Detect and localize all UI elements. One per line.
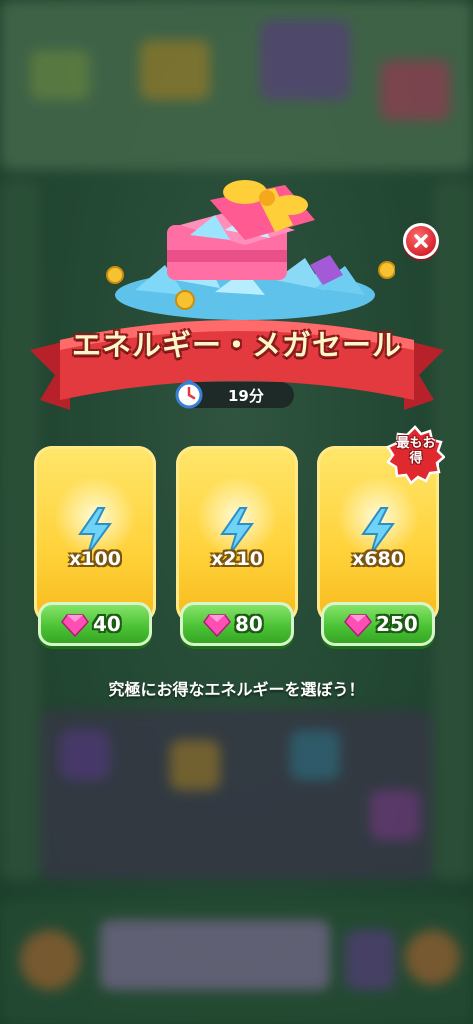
best-value-label: 最もお得 xyxy=(396,436,436,466)
close-button[interactable] xyxy=(403,223,439,259)
pink-gem-icon xyxy=(61,614,89,637)
energy-pack-1[interactable]: x100 40 xyxy=(34,446,156,646)
energy-pack-2[interactable]: x210 80 xyxy=(176,446,298,646)
timer-value: 19分 xyxy=(228,387,264,405)
pack-price: 40 xyxy=(93,612,121,636)
close-icon xyxy=(414,234,428,248)
buy-button[interactable]: 40 xyxy=(38,602,152,646)
pack-quantity: x210 xyxy=(211,548,263,570)
pink-gem-icon xyxy=(203,614,231,637)
countdown-timer: 19分 xyxy=(175,380,294,409)
gift-box-icon xyxy=(106,180,395,320)
pink-gem-icon xyxy=(344,614,372,637)
stopwatch-icon xyxy=(175,380,203,409)
pack-quantity: x680 xyxy=(352,548,404,570)
buy-button[interactable]: 250 xyxy=(321,602,435,646)
pack-price: 80 xyxy=(235,612,263,636)
card-body: x100 xyxy=(34,446,156,624)
pack-price: 250 xyxy=(376,612,418,636)
pack-quantity: x100 xyxy=(69,548,121,570)
offer-caption: 究極にお得なエネルギーを選ぼう！ xyxy=(108,680,365,699)
card-body: x210 xyxy=(176,446,298,624)
offer-title: エネルギー・メガセール xyxy=(71,328,402,362)
buy-button[interactable]: 80 xyxy=(180,602,294,646)
